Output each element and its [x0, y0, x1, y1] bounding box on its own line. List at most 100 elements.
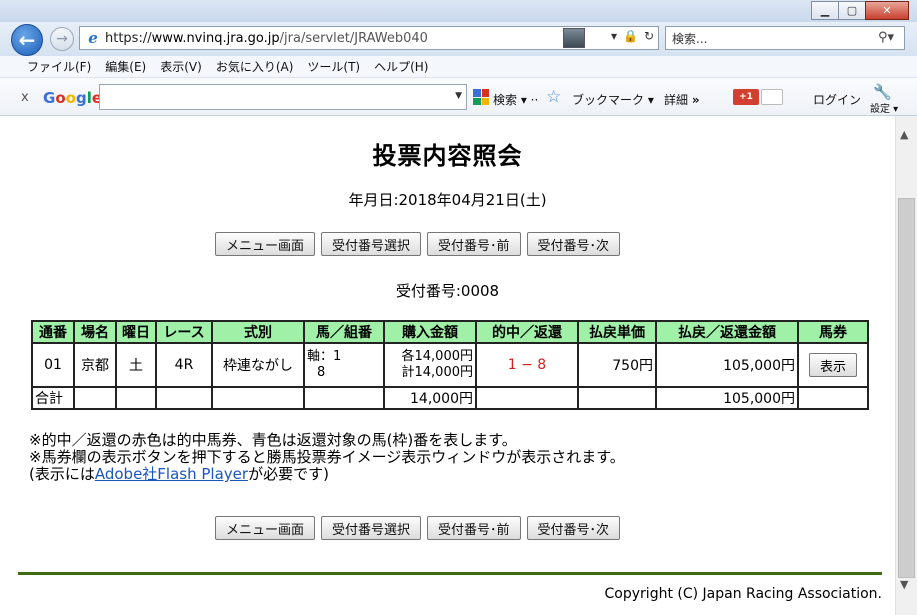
dropdown-arrow-icon[interactable]: ▾: [611, 29, 617, 43]
cell-serial: 01: [31, 342, 75, 388]
wrench-icon[interactable]: 🔧: [873, 83, 892, 101]
google-toolbar: x Google ▼ 検索 ▾ ·· ☆ ブックマーク ▾ 詳細 » +1 ログ…: [0, 78, 917, 116]
amount-total: 計14,000円: [401, 365, 474, 380]
bottom-button-row: メニュー画面 受付番号選択 受付番号･前 受付番号･次: [215, 516, 621, 540]
menu-edit[interactable]: 編集(E): [105, 58, 146, 75]
receipt-next-button[interactable]: 受付番号･次: [526, 232, 621, 256]
detail-button[interactable]: 詳細 »: [664, 91, 700, 108]
minimize-icon[interactable]: ▁: [811, 1, 839, 20]
receipt-prev-button[interactable]: 受付番号･前: [427, 516, 521, 540]
receipt-number: 受付番号:0008: [395, 282, 500, 300]
toolbar-close-icon[interactable]: x: [21, 90, 29, 105]
receipt-select-button[interactable]: 受付番号選択: [321, 516, 422, 540]
amount-each: 各14,000円: [401, 349, 474, 364]
menu-view[interactable]: 表示(V): [160, 58, 202, 75]
combo-axis: 軸：1: [307, 349, 342, 364]
bookmark-label: ブックマーク: [572, 93, 645, 107]
total-amount: 14,000円: [383, 386, 477, 410]
menu-favorites[interactable]: お気に入り(A): [216, 58, 294, 75]
note-line: ※的中／返還の赤色は的中馬券、青色は返還対象の馬(枠)番を表します。: [29, 431, 517, 449]
header-serial: 通番: [31, 320, 75, 344]
google-search-label: 検索: [493, 93, 518, 107]
header-ticket: 馬券: [797, 320, 869, 344]
vertical-scrollbar[interactable]: ▲ ▼: [895, 116, 917, 615]
header-venue: 場名: [73, 320, 117, 344]
total-empty: [797, 386, 869, 410]
browser-search-placeholder: 検索...: [672, 31, 708, 46]
total-label: 合計: [31, 386, 75, 410]
menu-screen-button[interactable]: メニュー画面: [215, 516, 316, 540]
menu-screen-button[interactable]: メニュー画面: [215, 232, 316, 256]
receipt-next-button[interactable]: 受付番号･次: [526, 516, 621, 540]
total-empty: [115, 386, 157, 410]
search-icon[interactable]: ⚲▾: [878, 30, 894, 45]
total-empty: [303, 386, 385, 410]
detail-label: 詳細: [664, 93, 689, 107]
menu-bar: ファイル(F) 編集(E) 表示(V) お気に入り(A) ツール(T) ヘルプ(…: [0, 56, 917, 78]
page-content: 投票内容照会 年月日:2018年04月21日(土) メニュー画面 受付番号選択 …: [0, 116, 895, 615]
google-search-input[interactable]: ▼: [99, 84, 467, 110]
total-empty: [155, 386, 213, 410]
refresh-icon[interactable]: ↻: [644, 29, 654, 43]
cell-payout: 105,000円: [655, 342, 799, 388]
google-plus-icon[interactable]: +1: [733, 89, 759, 105]
cell-race: 4R: [155, 342, 213, 388]
total-empty: [475, 386, 579, 410]
google-logo-letter: g: [75, 89, 87, 107]
address-bar[interactable]: e https://www.nvinq.jra.go.jp/jra/servle…: [79, 26, 659, 50]
back-arrow-icon[interactable]: ←: [11, 24, 43, 56]
chevron-down-icon[interactable]: ▼: [455, 91, 462, 101]
menu-tools[interactable]: ツール(T): [307, 58, 360, 75]
address-tools: ▾ 🔒 ↻: [611, 29, 654, 43]
site-thumbnail-icon[interactable]: [563, 28, 585, 48]
forward-arrow-icon[interactable]: →: [50, 27, 74, 51]
scroll-down-icon[interactable]: ▼: [900, 578, 908, 591]
receipt-prev-button[interactable]: 受付番号･前: [427, 232, 521, 256]
login-link[interactable]: ログイン: [813, 91, 861, 108]
window-titlebar: ▁ ▢ ✕: [0, 0, 917, 22]
google-search-icon[interactable]: [473, 89, 489, 105]
show-ticket-button[interactable]: 表示: [808, 353, 857, 377]
navigation-bar: ← → e https://www.nvinq.jra.go.jp/jra/se…: [0, 22, 917, 56]
browser-search-input[interactable]: 検索... ⚲▾: [665, 26, 905, 50]
google-plus-count: [761, 89, 783, 105]
date-line: 年月日:2018年04月21日(土): [348, 191, 547, 209]
google-search-button[interactable]: 検索 ▾ ··: [493, 91, 538, 108]
header-amount: 購入金額: [383, 320, 477, 344]
address-path: /jra/servlet/JRAWeb040: [279, 30, 428, 46]
receipt-select-button[interactable]: 受付番号選択: [321, 232, 422, 256]
bookmark-button[interactable]: ブックマーク ▾: [572, 91, 654, 108]
page-title: 投票内容照会: [372, 142, 523, 170]
header-bet-type: 式別: [211, 320, 305, 344]
address-host: www.nvinq.jra.go.jp: [151, 30, 280, 46]
scroll-up-icon[interactable]: ▲: [900, 128, 908, 141]
table-row: 01 京都 土 4R 枠連ながし 軸：1 8 各14,000円 計14,000円…: [31, 342, 869, 388]
result-table: 通番 場名 曜日 レース 式別 馬／組番 購入金額 的中／返還 払戻単価 払戻／…: [31, 320, 869, 410]
cell-bet-type: 枠連ながし: [211, 342, 305, 388]
note-line: (表示にはAdobe社Flash Playerが必要です): [29, 466, 625, 483]
lock-icon[interactable]: 🔒: [623, 29, 638, 43]
flash-player-link[interactable]: Adobe社Flash Player: [95, 465, 248, 483]
cell-ticket: 表示: [797, 342, 869, 388]
google-logo-letter: o: [55, 89, 66, 107]
note-suffix: が必要です): [248, 465, 329, 483]
menu-file[interactable]: ファイル(F): [27, 58, 91, 75]
header-day: 曜日: [115, 320, 157, 344]
close-window-icon[interactable]: ✕: [865, 1, 909, 20]
bookmark-star-icon[interactable]: ☆: [546, 87, 561, 107]
cell-unit-payout: 750円: [577, 342, 657, 388]
top-button-row: メニュー画面 受付番号選択 受付番号･前 受付番号･次: [215, 232, 621, 256]
settings-button[interactable]: 設定 ▾: [870, 100, 898, 115]
address-url: https://www.nvinq.jra.go.jp/jra/servlet/…: [105, 31, 428, 46]
cell-hit: 1 − 8: [475, 342, 579, 388]
menu-help[interactable]: ヘルプ(H): [374, 58, 428, 75]
maximize-icon[interactable]: ▢: [838, 1, 866, 20]
footer-divider: [18, 572, 882, 575]
cell-day: 土: [115, 342, 157, 388]
scroll-thumb[interactable]: [898, 198, 915, 578]
table-total-row: 合計 14,000円 105,000円: [31, 386, 869, 410]
total-empty: [73, 386, 117, 410]
header-hit: 的中／返還: [475, 320, 579, 344]
cell-amount: 各14,000円 計14,000円: [383, 342, 477, 388]
notes: ※的中／返還の赤色は的中馬券、青色は返還対象の馬(枠)番を表します。 ※馬券欄の…: [29, 432, 625, 483]
